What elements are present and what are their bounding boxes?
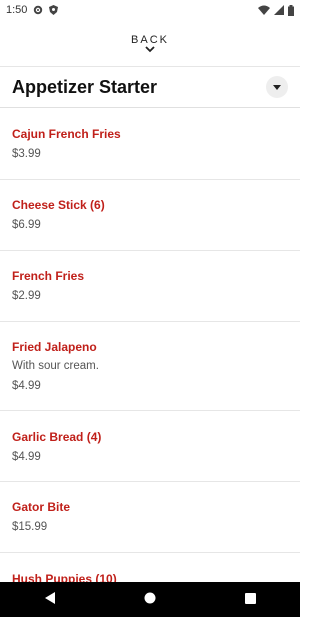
menu-item[interactable]: French Fries $2.99 [0,251,300,322]
wifi-icon [258,5,270,15]
nav-recents-button[interactable] [230,582,270,617]
menu-item[interactable]: Fried Jalapeno With sour cream. $4.99 [0,322,300,411]
category-title: Appetizer Starter [12,76,158,97]
shield-icon [49,5,59,15]
status-time: 1:50 [6,4,28,16]
recents-icon [244,591,256,609]
menu-item[interactable]: Gator Bite $15.99 [0,482,300,553]
item-name: Hush Puppies (10) [12,572,117,582]
item-description: With sour cream. [12,360,99,372]
home-icon [144,591,156,609]
item-name: French Fries [12,269,85,283]
status-bar: 1:50 [0,0,300,20]
category-header: Appetizer Starter [0,66,300,108]
category-dropdown-button[interactable] [266,76,288,98]
system-nav-bar [0,582,300,617]
item-price: $4.99 [12,380,41,392]
battery-icon [288,4,294,16]
chevron-down-icon [145,45,155,53]
item-name: Cajun French Fries [12,127,121,141]
nav-back-button[interactable] [30,582,70,617]
menu-item-list: Cajun French Fries $3.99 Cheese Stick (6… [0,109,300,582]
back-button[interactable]: BACK [0,22,300,64]
item-price: $2.99 [12,290,41,302]
item-price: $3.99 [12,148,41,160]
item-name: Cheese Stick (6) [12,198,105,212]
signal-icon [274,5,284,15]
nav-home-button[interactable] [130,582,170,617]
caret-down-icon [273,78,281,96]
item-price: $4.99 [12,451,41,463]
item-name: Garlic Bread (4) [12,430,102,444]
gear-icon [33,5,43,15]
item-price: $15.99 [12,521,48,533]
item-name: Fried Jalapeno [12,340,97,354]
back-icon [44,591,56,609]
item-price: $6.99 [12,219,41,231]
menu-item[interactable]: Cheese Stick (6) $6.99 [0,180,300,251]
item-name: Gator Bite [12,500,71,514]
menu-item[interactable]: Cajun French Fries $3.99 [0,109,300,180]
menu-item[interactable]: Garlic Bread (4) $4.99 [0,411,300,482]
back-label: BACK [131,33,169,46]
menu-item[interactable]: Hush Puppies (10) [0,553,300,582]
